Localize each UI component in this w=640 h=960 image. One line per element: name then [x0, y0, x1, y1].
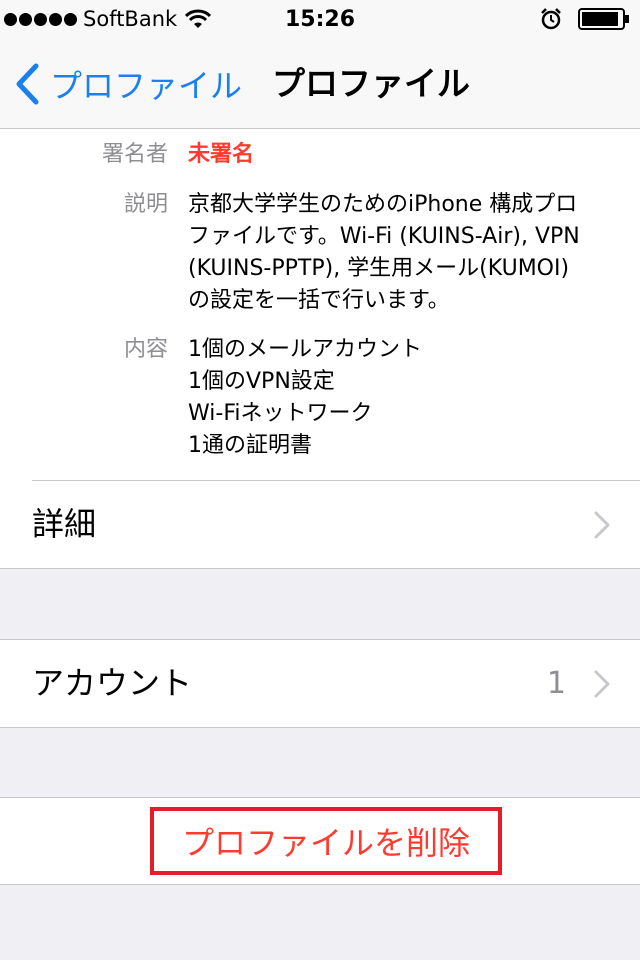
- details-label: 詳細: [32, 505, 97, 543]
- account-row[interactable]: アカウント 1: [0, 639, 640, 728]
- wifi-icon: [185, 9, 212, 28]
- contents-line: 1個のメールアカウント: [188, 337, 422, 362]
- contents-line: Wi-Fiネットワーク: [188, 401, 373, 426]
- page-title: プロファイル: [272, 64, 470, 103]
- account-count: 1: [546, 666, 566, 701]
- delete-section: プロファイルを削除: [0, 797, 640, 885]
- signer-label: 署名者: [101, 142, 168, 167]
- carrier-name: SoftBank: [83, 7, 178, 31]
- status-left: SoftBank: [4, 7, 212, 31]
- status-bar: SoftBank 15:26: [0, 0, 640, 40]
- contents-line: 1通の証明書: [188, 433, 312, 458]
- back-button[interactable]: プロファイル: [14, 62, 242, 106]
- contents-value: 1個のメールアカウント 1個のVPN設定 Wi-Fiネットワーク 1通の証明書: [188, 334, 618, 462]
- contents-line: 1個のVPN設定: [188, 369, 335, 394]
- signal-strength-icon: [4, 12, 77, 26]
- description-line: の設定を一括で行います。: [188, 288, 450, 313]
- chevron-left-icon: [16, 63, 39, 105]
- chevron-right-icon: [594, 511, 610, 539]
- contents-label: 内容: [123, 337, 168, 362]
- delete-profile-button[interactable]: プロファイルを削除: [150, 807, 502, 875]
- description-line: ファイルです。Wi-Fi (KUINS-Air), VPN: [188, 224, 580, 249]
- description-line: (KUINS-PPTP), 学生用メール(KUMOI): [188, 256, 570, 281]
- description-line: 京都大学学生のためのiPhone 構成プロ: [188, 192, 578, 217]
- details-row[interactable]: 詳細: [0, 481, 640, 568]
- battery-icon: [578, 8, 629, 30]
- description-label: 説明: [123, 192, 168, 217]
- navigation-bar: プロファイル プロファイル: [0, 40, 640, 129]
- alarm-icon: [541, 8, 561, 30]
- chevron-right-icon: [594, 670, 610, 698]
- account-label: アカウント: [32, 664, 193, 702]
- signer-value: 未署名: [188, 142, 255, 167]
- back-button-label: プロファイル: [50, 67, 243, 105]
- description-value: 京都大学学生のためのiPhone 構成プロ ファイルです。Wi-Fi (KUIN…: [188, 189, 618, 317]
- status-right: [540, 8, 630, 30]
